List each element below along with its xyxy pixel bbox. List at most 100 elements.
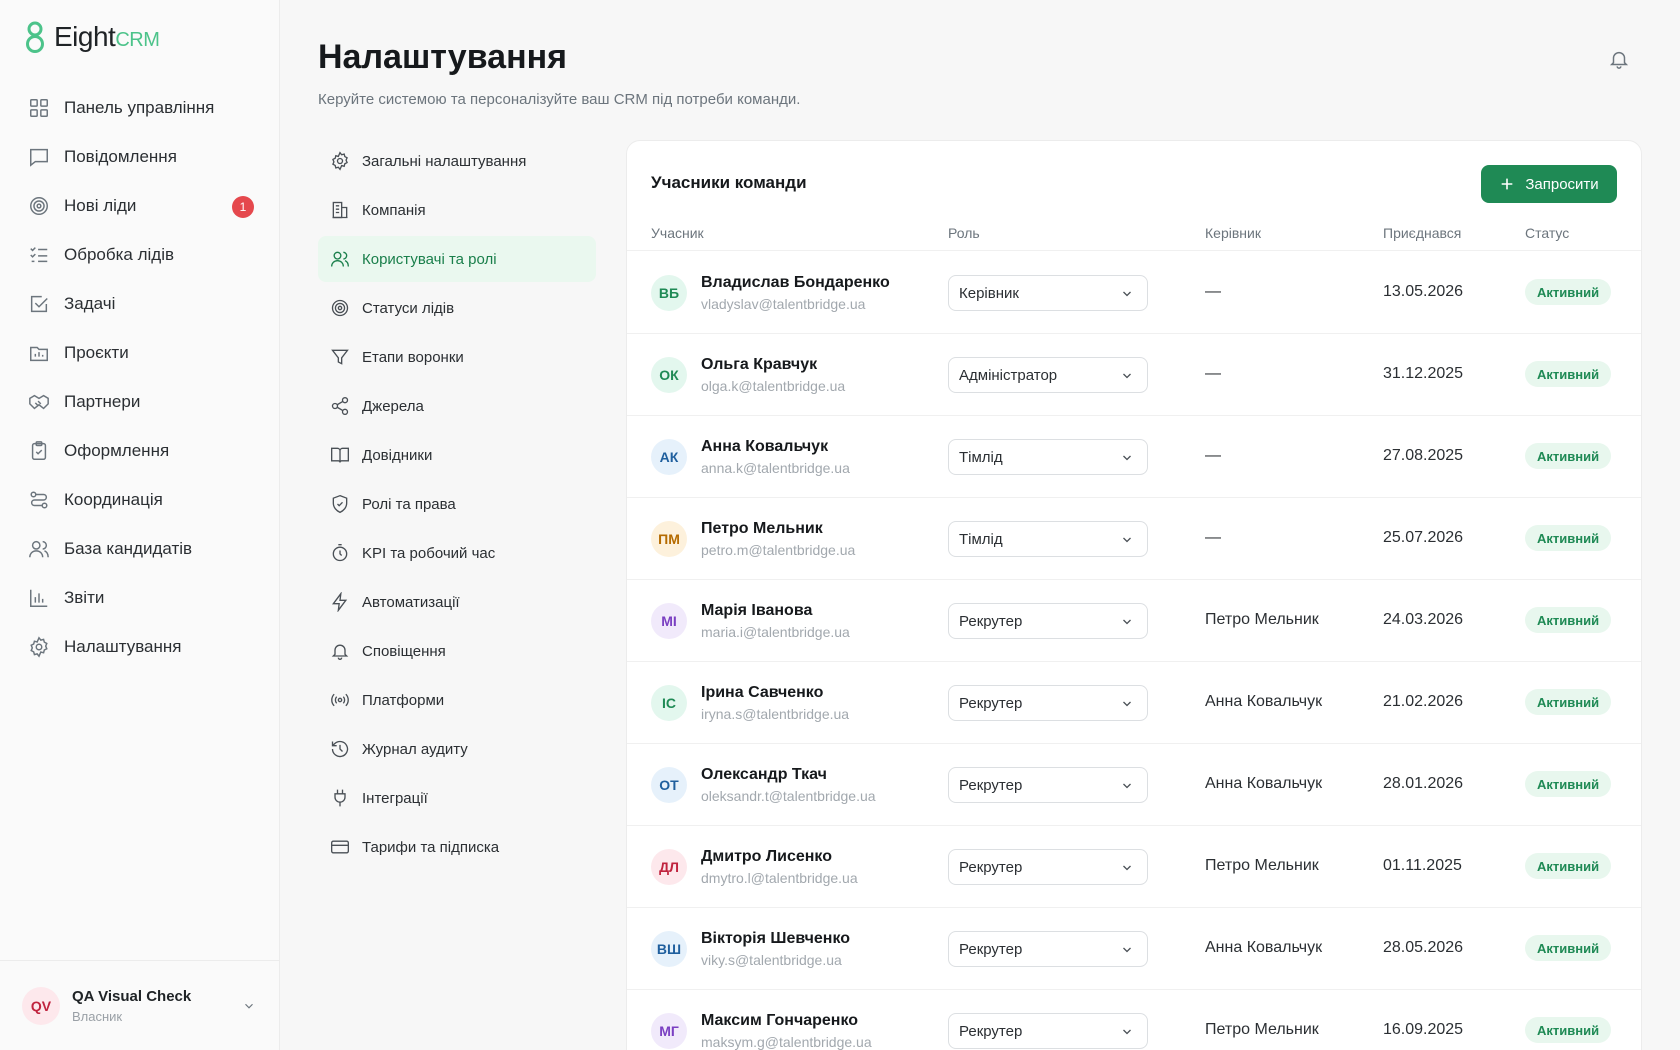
team-members-panel: Учасники команди Запросити Учасник Роль … [626, 140, 1642, 1050]
sidebar-item-messages[interactable]: Повідомлення [16, 137, 264, 177]
avatar: ПМ [651, 521, 687, 557]
member-joined-date: 28.01.2026 [1383, 775, 1464, 792]
chevron-down-icon [1123, 947, 1131, 953]
role-select[interactable]: Рекрутер [948, 685, 1148, 721]
sidebar-item-registration[interactable]: Оформлення [16, 431, 264, 471]
status-badge: Активний [1525, 279, 1612, 305]
member-name: Дмитро Лисенко [701, 848, 832, 865]
users-icon [330, 249, 350, 269]
sidebar-item-label: Панель управління [64, 98, 215, 117]
settings-nav: Загальні налаштування Компанія Користува… [318, 138, 596, 873]
role-select[interactable]: Керівник [948, 275, 1148, 311]
grid-icon [28, 97, 50, 119]
sidebar-item-dashboard[interactable]: Панель управління [16, 88, 264, 128]
column-header-role: Роль [948, 225, 980, 241]
sidebar-item-label: Налаштування [64, 637, 182, 656]
invite-button[interactable]: Запросити [1481, 165, 1617, 203]
member-joined-date: 13.05.2026 [1383, 283, 1464, 300]
settings-tab-billing[interactable]: Тарифи та підписка [318, 824, 596, 870]
member-email: maria.i@talentbridge.ua [701, 624, 850, 640]
sidebar-item-new-leads[interactable]: Нові ліди 1 [16, 186, 264, 226]
settings-tab-roles-permissions[interactable]: Ролі та права [318, 481, 596, 527]
page-title: Налаштування [318, 38, 567, 76]
user-menu[interactable]: QV QA Visual Check Власник [0, 960, 280, 1050]
member-name: Ірина Савченко [701, 684, 824, 701]
task-icon [28, 293, 50, 315]
settings-tab-notifications[interactable]: Сповіщення [318, 628, 596, 674]
chevron-down-icon[interactable] [242, 999, 256, 1013]
settings-tab-integrations[interactable]: Інтеграції [318, 775, 596, 821]
role-select[interactable]: Рекрутер [948, 767, 1148, 803]
settings-tab-directories[interactable]: Довідники [318, 432, 596, 478]
role-select-value: Рекрутер [959, 1022, 1023, 1040]
lightning-icon [330, 591, 350, 613]
member-joined-date: 27.08.2025 [1383, 447, 1464, 464]
role-select[interactable]: Рекрутер [948, 603, 1148, 639]
avatar: ВШ [651, 931, 687, 967]
sidebar-item-candidates[interactable]: База кандидатів [16, 529, 264, 569]
history-icon [330, 739, 350, 759]
logo[interactable]: EightCRM [24, 20, 160, 54]
settings-tab-users-roles[interactable]: Користувачі та ролі [318, 236, 596, 282]
column-header-manager: Керівник [1205, 225, 1261, 241]
sidebar-item-lead-processing[interactable]: Обробка лідів [16, 235, 264, 275]
role-select[interactable]: Рекрутер [948, 931, 1148, 967]
funnel-icon [330, 347, 350, 367]
sidebar-item-reports[interactable]: Звіти [16, 578, 264, 618]
chevron-down-icon [1123, 373, 1131, 379]
status-badge: Активний [1525, 689, 1612, 715]
settings-tab-kpi[interactable]: KPI та робочий час [318, 530, 596, 576]
sidebar-item-coordination[interactable]: Координація [16, 480, 264, 520]
member-joined-date: 01.11.2025 [1383, 857, 1462, 874]
page-subtitle: Керуйте системою та персоналізуйте ваш C… [318, 91, 801, 108]
role-select-value: Тімлід [959, 530, 1003, 548]
table-row: ПМ Петро Мельник petro.m@talentbridge.ua… [627, 498, 1641, 580]
table-row: МІ Марія Іванова maria.i@talentbridge.ua… [627, 580, 1641, 662]
target-icon [28, 195, 50, 217]
sidebar-item-label: Координація [64, 490, 163, 509]
role-select[interactable]: Рекрутер [948, 1013, 1148, 1049]
member-manager: Петро Мельник [1205, 1021, 1319, 1038]
user-role: Власник [72, 1008, 123, 1024]
settings-tab-automations[interactable]: Автоматизації [318, 579, 596, 625]
role-select[interactable]: Адміністратор [948, 357, 1148, 393]
sidebar-item-settings[interactable]: Налаштування [16, 627, 264, 667]
avatar: АК [651, 439, 687, 475]
sidebar-item-tasks[interactable]: Задачі [16, 284, 264, 324]
avatar: ОК [651, 357, 687, 393]
column-header-status: Статус [1525, 225, 1570, 241]
chevron-down-icon [1123, 865, 1131, 871]
role-select[interactable]: Тімлід [948, 521, 1148, 557]
bell-icon[interactable] [1608, 48, 1630, 70]
member-email: viky.s@talentbridge.ua [701, 952, 842, 968]
member-manager: Анна Ковальчук [1205, 939, 1323, 956]
settings-tab-sources[interactable]: Джерела [318, 383, 596, 429]
broadcast-icon [330, 690, 350, 710]
member-name: Максим Гончаренко [701, 1012, 859, 1029]
settings-tab-funnel-stages[interactable]: Етапи воронки [318, 334, 596, 380]
member-email: vladyslav@talentbridge.ua [701, 296, 866, 312]
sidebar-item-label: Задачі [64, 294, 116, 313]
settings-tab-label: Журнал аудиту [362, 740, 468, 758]
table-row: ІС Ірина Савченко iryna.s@talentbridge.u… [627, 662, 1641, 744]
settings-tab-label: Сповіщення [362, 642, 446, 660]
member-joined-date: 25.07.2026 [1383, 529, 1464, 546]
bell-icon [330, 641, 350, 661]
settings-tab-lead-statuses[interactable]: Статуси лідів [318, 285, 596, 331]
member-name: Олександр Ткач [701, 766, 827, 783]
role-select[interactable]: Тімлід [948, 439, 1148, 475]
main-nav: Панель управління Повідомлення Нові ліди… [16, 88, 264, 676]
role-select[interactable]: Рекрутер [948, 849, 1148, 885]
settings-tab-audit-log[interactable]: Журнал аудиту [318, 726, 596, 772]
settings-tab-general[interactable]: Загальні налаштування [318, 138, 596, 184]
settings-tab-platforms[interactable]: Платформи [318, 677, 596, 723]
role-select-value: Керівник [959, 284, 1019, 302]
role-select-value: Рекрутер [959, 612, 1023, 630]
member-email: olga.k@talentbridge.ua [701, 378, 846, 394]
settings-tab-company[interactable]: Компанія [318, 187, 596, 233]
sidebar-item-projects[interactable]: Проєкти [16, 333, 264, 373]
settings-tab-label: Ролі та права [362, 495, 456, 513]
logo-mark-icon [26, 21, 44, 53]
gear-icon [330, 151, 350, 171]
sidebar-item-partners[interactable]: Партнери [16, 382, 264, 422]
